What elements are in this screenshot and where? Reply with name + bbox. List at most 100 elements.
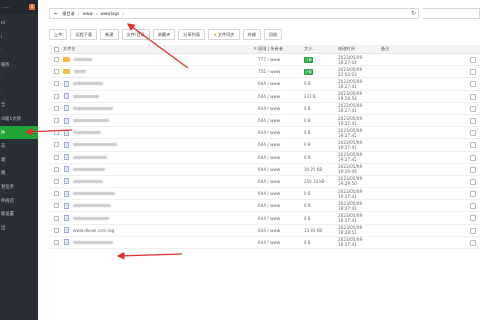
back-icon[interactable]: ← — [54, 11, 58, 17]
sidebar-item[interactable]: 服务 — [0, 58, 38, 72]
row-more-icon[interactable] — [470, 142, 476, 149]
sidebar-item[interactable]: /0面1大领 — [0, 112, 38, 126]
header-name[interactable]: 文件名 — [63, 46, 258, 52]
file-name-cell[interactable] — [63, 190, 258, 197]
row-checkbox[interactable] — [53, 227, 59, 233]
file-name-cell[interactable] — [63, 239, 258, 246]
permission-cell[interactable]: 644 / www — [258, 106, 304, 111]
breadcrumb-item[interactable]: www — [82, 11, 92, 16]
row-checkbox[interactable] — [53, 130, 59, 136]
path-bar[interactable]: ← 根目录 › www › wwwlogs › ↻ — [49, 8, 419, 19]
sidebar-item[interactable]: 板设置 — [0, 207, 38, 221]
table-row[interactable]: 644 / www 0 B 2023/05/09 19:27:41 — [49, 139, 480, 152]
permission-cell[interactable]: 644 / www — [258, 228, 304, 233]
row-checkbox[interactable] — [53, 191, 59, 197]
row-more-icon[interactable] — [470, 191, 476, 198]
sidebar-item[interactable]: m — [0, 17, 38, 31]
toolbar-button[interactable]: ★ 文件同步 — [208, 29, 240, 40]
permission-cell[interactable]: 644 / www — [258, 118, 304, 123]
toolbar-button[interactable]: 远程下载 — [70, 29, 98, 40]
sidebar-item[interactable]: · — [0, 85, 38, 99]
file-name-cell[interactable] — [63, 69, 258, 75]
file-name-cell[interactable]: www.dkewl.com.log — [63, 227, 258, 234]
sidebar-item[interactable]: i — [0, 31, 38, 45]
row-more-icon[interactable] — [470, 81, 476, 88]
row-more-icon[interactable] — [470, 227, 476, 234]
table-row[interactable]: 644 / www 30.25 KB 2023/05/09 19:29:49 — [49, 164, 480, 176]
refresh-icon[interactable]: ↻ — [411, 10, 416, 17]
sidebar-item[interactable]: 件商店 — [0, 194, 38, 208]
permission-cell[interactable]: 644 / www — [258, 216, 304, 221]
row-checkbox[interactable] — [53, 118, 59, 124]
toolbar-button[interactable]: 回收 — [263, 29, 283, 40]
row-checkbox[interactable] — [53, 81, 59, 87]
table-row[interactable]: 644 / www 231 B 2023/05/09 19:28:54 — [49, 91, 480, 103]
row-checkbox[interactable] — [53, 105, 59, 111]
permission-cell[interactable]: 777 / www — [258, 57, 304, 62]
toolbar-button[interactable]: 终端 — [242, 29, 261, 40]
toolbar-button[interactable]: 新建 — [100, 29, 119, 40]
header-permission[interactable]: 权限 | 所有者 — [258, 46, 304, 52]
row-checkbox[interactable] — [53, 142, 59, 148]
sidebar-item[interactable]: 出 — [0, 221, 38, 235]
file-name-cell[interactable] — [63, 57, 258, 63]
table-row[interactable]: 644 / www 250.74 KB 2023/05/09 19:29:50 — [49, 176, 480, 189]
toolbar-button[interactable]: 上传 — [49, 29, 68, 40]
sidebar-item[interactable]: · — [0, 44, 38, 58]
row-checkbox[interactable] — [53, 203, 59, 209]
row-more-icon[interactable] — [470, 178, 476, 185]
permission-cell[interactable]: 755 / www — [258, 69, 304, 74]
toolbar-button[interactable]: 收藏夹 — [152, 29, 176, 40]
permission-cell[interactable]: 644 / www — [258, 94, 304, 99]
row-checkbox[interactable] — [53, 215, 59, 221]
table-row[interactable]: 755 / www 计算 2023/05/09 22:03:03 — [49, 66, 480, 79]
toolbar-button[interactable]: 文件/目录 — [121, 29, 150, 40]
breadcrumb-item[interactable]: wwwlogs — [100, 11, 119, 16]
row-more-icon[interactable] — [470, 93, 476, 100]
row-more-icon[interactable] — [470, 203, 476, 210]
permission-cell[interactable]: 644 / www — [258, 142, 304, 147]
row-checkbox[interactable] — [53, 178, 59, 184]
calculate-size-button[interactable]: 计算 — [304, 56, 313, 63]
row-more-icon[interactable] — [470, 105, 476, 112]
header-size[interactable]: 大小 — [304, 46, 338, 52]
row-more-icon[interactable] — [470, 117, 476, 124]
table-row[interactable]: 644 / www 0 B 2023/05/09 19:27:41 — [49, 78, 480, 91]
permission-cell[interactable]: 644 / www — [258, 81, 304, 86]
row-more-icon[interactable] — [470, 57, 476, 63]
file-name-cell[interactable] — [63, 105, 258, 112]
sidebar-item[interactable]: 志 — [0, 139, 38, 153]
close-icon[interactable]: × — [253, 46, 257, 52]
permission-cell[interactable]: 644 / www — [258, 155, 304, 160]
sidebar-item[interactable]: 全 — [0, 99, 38, 113]
file-name-cell[interactable] — [63, 215, 258, 222]
table-row[interactable]: 644 / www 0 B 2023/05/09 19:27:41 — [49, 103, 480, 115]
table-row[interactable]: www.dkewl.com.log 644 / www 15.93 KB 2023/0… — [49, 225, 480, 237]
row-checkbox[interactable] — [53, 93, 59, 99]
sidebar-item[interactable]: 端 — [0, 167, 38, 181]
select-all-checkbox[interactable] — [53, 46, 59, 52]
row-more-icon[interactable] — [470, 215, 476, 222]
row-checkbox[interactable] — [53, 239, 59, 245]
file-name-cell[interactable] — [63, 141, 258, 148]
row-more-icon[interactable] — [470, 239, 476, 246]
sidebar-item[interactable]: · — [0, 71, 38, 85]
row-checkbox[interactable] — [53, 166, 59, 172]
file-name-cell[interactable] — [63, 93, 258, 100]
file-name-cell[interactable] — [63, 117, 258, 124]
table-row[interactable]: 644 / www 0 B 2023/05/09 19:27:41 — [49, 237, 480, 249]
file-name-cell[interactable] — [63, 80, 258, 87]
toolbar-button[interactable]: 分享列表 — [178, 29, 206, 40]
header-modified[interactable]: 修改时间 — [338, 46, 381, 52]
sidebar-item[interactable]: 端 — [0, 153, 38, 167]
file-name-cell[interactable] — [63, 154, 258, 161]
file-name-cell[interactable] — [63, 178, 258, 185]
table-row[interactable]: 777 / www 计算 2023/05/09 19:27:04 — [49, 54, 480, 67]
file-name-cell[interactable] — [63, 166, 258, 173]
row-more-icon[interactable] — [470, 154, 476, 161]
permission-cell[interactable]: 644 / www — [258, 191, 304, 196]
notification-badge[interactable]: 0 — [29, 4, 35, 10]
row-checkbox[interactable] — [53, 57, 59, 63]
row-more-icon[interactable] — [470, 69, 476, 76]
file-name-cell[interactable] — [63, 202, 258, 209]
